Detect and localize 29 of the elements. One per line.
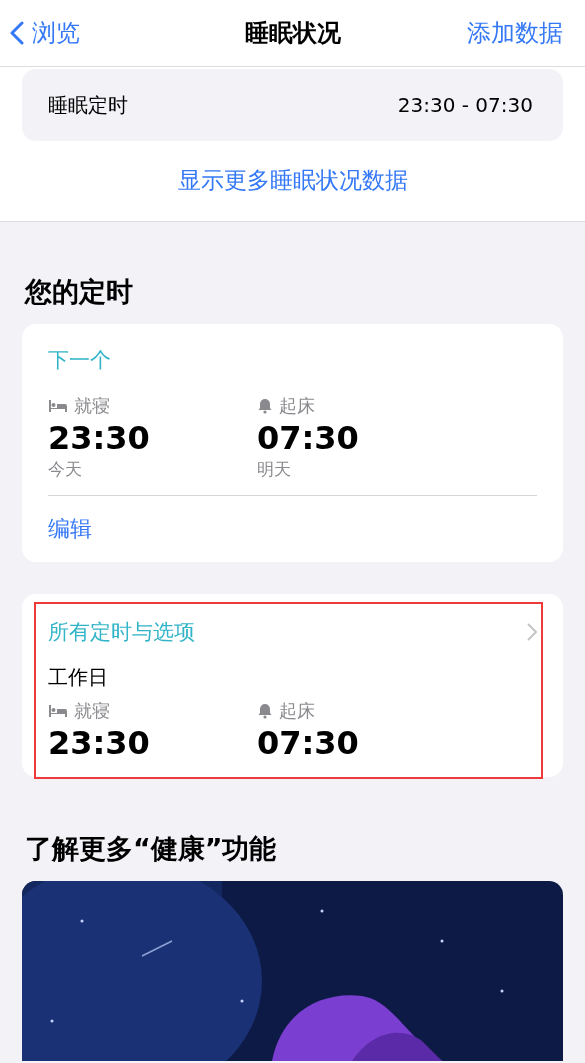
time-label: 起床 (279, 394, 315, 418)
time-label: 就寝 (74, 394, 110, 418)
time-value: 23:30 (48, 723, 151, 763)
edit-link[interactable]: 编辑 (48, 496, 537, 562)
bed-icon (48, 399, 68, 413)
day-label: 明天 (257, 458, 292, 481)
chevron-icon (527, 623, 537, 641)
all-schedules-card[interactable]: 所有定时与选项 工作日 就寝 23:30 起床 07:30 (22, 594, 563, 777)
page-title: 睡眠状况 (244, 19, 341, 47)
back-chevron-icon (10, 21, 24, 45)
row-value: 23:30 - 07:30 (397, 93, 533, 117)
bed-icon (48, 704, 68, 718)
time-value: 23:30 (48, 418, 151, 458)
bell-icon (257, 703, 273, 719)
card-title: 下一个 (48, 348, 111, 372)
bell-icon (257, 398, 273, 414)
time-label: 起床 (279, 699, 315, 723)
time-label: 就寝 (74, 699, 110, 723)
time-value: 07:30 (257, 723, 360, 763)
time-value: 07:30 (257, 418, 360, 458)
card-title: 所有定时与选项 (48, 619, 195, 646)
back-button[interactable]: 浏览 (10, 17, 80, 49)
add-data-link[interactable]: 添加数据 (467, 17, 563, 49)
show-more-link[interactable]: 显示更多睡眠状况数据 (22, 165, 563, 196)
section-heading: 了解更多“健康”功能 (24, 832, 278, 866)
day-label: 今天 (48, 458, 83, 481)
schedule-name: 工作日 (48, 664, 109, 691)
section-heading: 您的定时 (23, 275, 134, 309)
row-label: 睡眠定时 (48, 91, 128, 119)
